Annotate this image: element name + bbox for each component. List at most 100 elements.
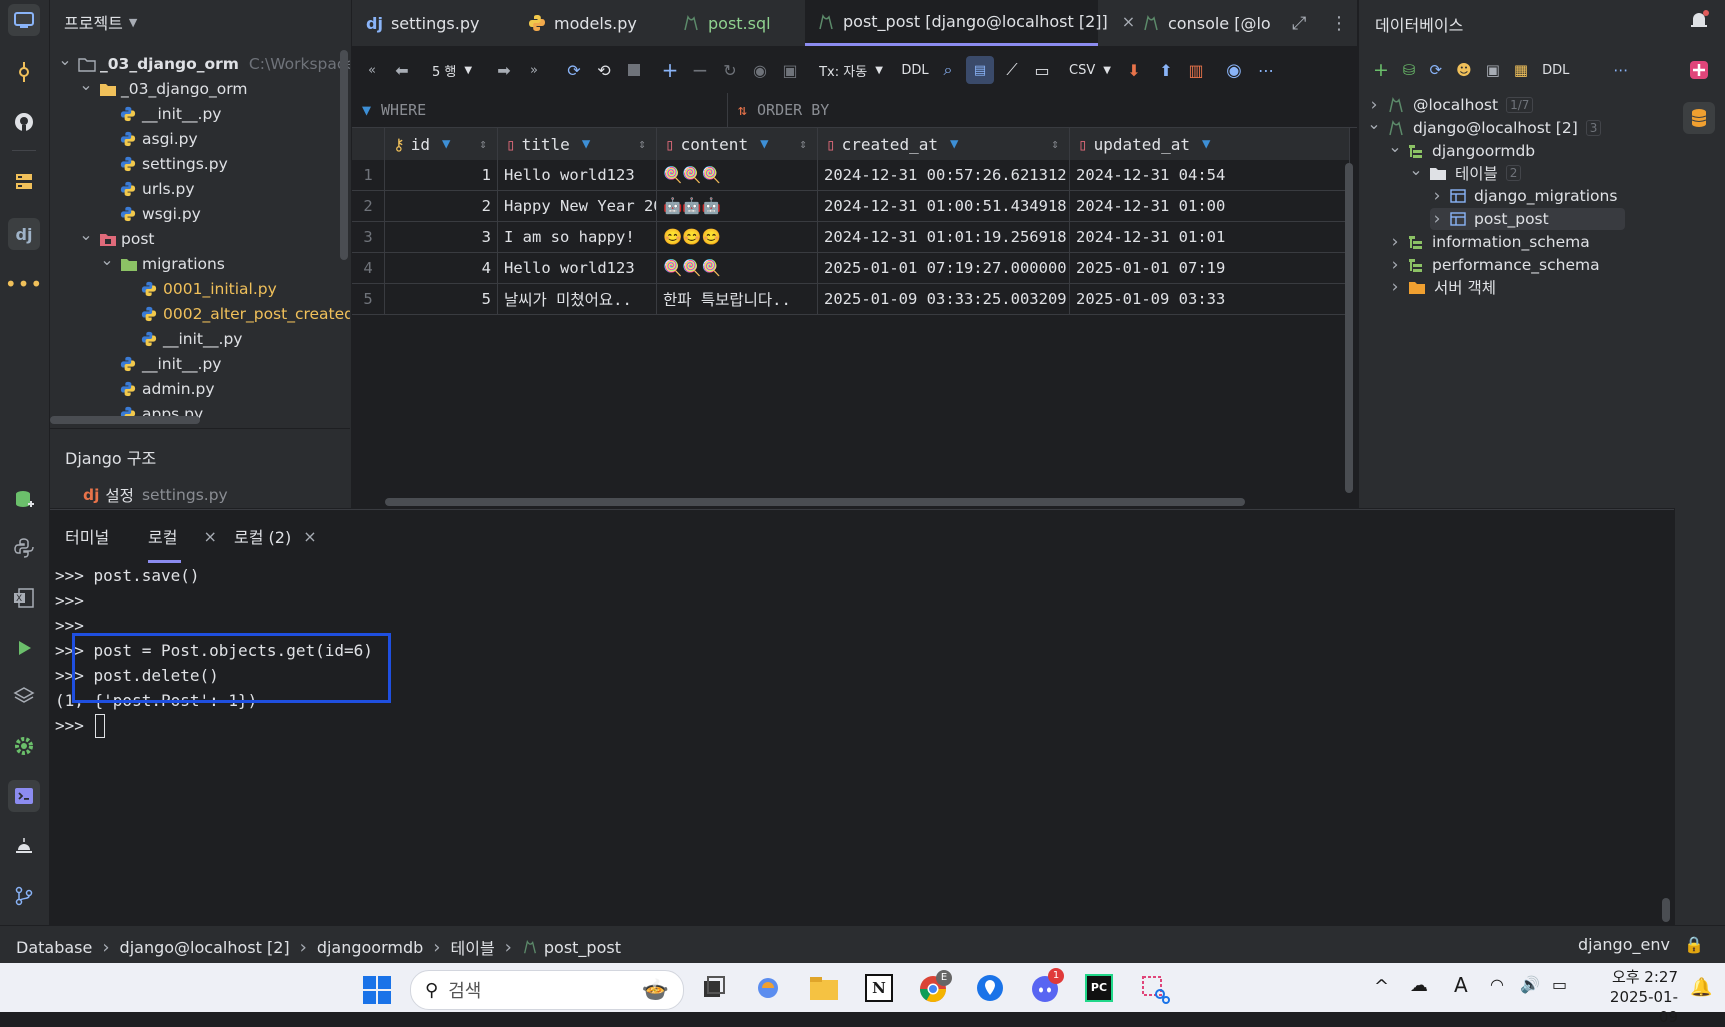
table-cell-content[interactable]: 한파 특보랍니다..: [657, 284, 818, 315]
rows-selector[interactable]: 5 행 ▼: [422, 59, 482, 81]
table-cell-updated_at[interactable]: 2025-01-01 07:19: [1070, 253, 1350, 284]
ddl-button[interactable]: DDL: [1542, 63, 1569, 78]
column-header-created_at[interactable]: ▯ created_at ▼ ⇕: [818, 128, 1070, 160]
refresh-icon[interactable]: ⟳: [1430, 61, 1443, 79]
terminal-icon[interactable]: [8, 780, 40, 812]
table-cell-content[interactable]: 😊😊😊: [657, 222, 818, 253]
column-header-id[interactable]: ⚷ id ▼ ⇕: [385, 128, 498, 160]
grid-horizontal-scrollbar[interactable]: [385, 498, 1245, 506]
database-tool-icon[interactable]: [1683, 102, 1715, 134]
table-cell-title[interactable]: Hello world123: [498, 253, 657, 284]
db-tree-item[interactable]: › django_migrations: [1430, 185, 1618, 207]
terminal-output[interactable]: >>> post.save() >>> >>> >>> post = Post.obj…: [50, 562, 1660, 922]
chevron-right-icon[interactable]: ›: [1388, 232, 1402, 252]
table-cell-content[interactable]: 🤖🤖🤖: [657, 191, 818, 222]
table-cell-content[interactable]: 🍭🍭🍭: [657, 160, 818, 191]
prev-page-icon[interactable]: ⬅: [392, 59, 412, 81]
terminal-scrollbar[interactable]: [1662, 898, 1670, 922]
revert-icon[interactable]: ↻: [720, 59, 740, 81]
chevron-down-icon[interactable]: ⌄: [100, 250, 114, 269]
chart-icon[interactable]: ⟋: [1002, 59, 1022, 81]
vertical-scrollbar[interactable]: [340, 50, 348, 260]
windows-start-icon[interactable]: [362, 975, 392, 1005]
python-env[interactable]: django_env: [1578, 935, 1670, 954]
commit-icon[interactable]: [8, 56, 40, 88]
project-tree-item[interactable]: ⌄ _03_django_orm C:\Workspaces: [58, 51, 350, 76]
task-view-icon[interactable]: [700, 974, 728, 1002]
project-tree-item[interactable]: ⌄ migrations: [100, 250, 225, 276]
chevron-down-icon[interactable]: ⌄: [1409, 160, 1423, 179]
taskbar-clock[interactable]: 오후 2:27 2025-01-09: [1592, 967, 1678, 1027]
breadcrumb-item[interactable]: Database: [16, 938, 92, 957]
column-header-content[interactable]: ▯ content ▼ ⇕: [657, 128, 818, 160]
table-cell-updated_at[interactable]: 2024-12-31 01:01: [1070, 222, 1350, 253]
db-tree-item[interactable]: ⌄ django@localhost [2] 3: [1367, 114, 1602, 139]
sort-icon[interactable]: ⇕: [479, 137, 487, 152]
sort-icon[interactable]: ⇕: [638, 137, 646, 152]
first-page-icon[interactable]: «: [362, 59, 382, 81]
where-filter[interactable]: ▼ WHERE: [362, 101, 426, 119]
filter-icon[interactable]: ▼: [442, 136, 450, 152]
project-tree-item[interactable]: __init__.py: [100, 101, 221, 126]
db-tree-item[interactable]: › information_schema: [1388, 231, 1590, 253]
breadcrumb-item[interactable]: django@localhost [2]: [120, 938, 290, 957]
table-cell-created_at[interactable]: 2024-12-31 01:00:51.434918: [818, 191, 1070, 222]
git-branch-icon[interactable]: [8, 880, 40, 912]
more-vertical-icon[interactable]: ⋮: [1330, 0, 1348, 46]
file-explorer-icon[interactable]: [808, 974, 840, 1002]
terminal-cursor[interactable]: [95, 714, 105, 738]
delete-row-icon[interactable]: −: [690, 58, 710, 82]
expand-icon[interactable]: ⤢: [1292, 0, 1306, 46]
chevron-down-icon[interactable]: ⌄: [79, 225, 93, 244]
chevron-down-icon[interactable]: ⌄: [79, 75, 93, 94]
project-tree-item[interactable]: ⌄ post: [79, 225, 154, 251]
more-tools-icon[interactable]: •••: [5, 268, 42, 300]
tab-console[interactable]: console [@lo: [1142, 0, 1271, 46]
filter-icon[interactable]: ▼: [582, 136, 590, 152]
table-cell-id[interactable]: 1: [385, 160, 498, 191]
row-number[interactable]: 2: [352, 191, 385, 222]
project-tree-item[interactable]: ⌄ _03_django_orm: [79, 75, 247, 101]
project-tree-item[interactable]: urls.py: [100, 176, 195, 201]
tab-local-2[interactable]: 로컬 (2) ×: [234, 510, 317, 562]
column-header-title[interactable]: ▯ title ▼ ⇕: [498, 128, 657, 160]
more-icon[interactable]: ⋯: [1256, 59, 1276, 81]
row-number[interactable]: 3: [352, 222, 385, 253]
tab-settings-py[interactable]: dj settings.py: [366, 0, 479, 46]
chrome-icon[interactable]: E: [918, 970, 952, 1004]
project-tree-item[interactable]: asgi.py: [100, 126, 198, 151]
next-page-icon[interactable]: ➡: [494, 59, 514, 81]
table-cell-title[interactable]: I am so happy!: [498, 222, 657, 253]
table-cell-updated_at[interactable]: 2024-12-31 01:00: [1070, 191, 1350, 222]
transpose-icon[interactable]: ▥: [1186, 59, 1206, 81]
upload-icon[interactable]: ⬆: [1156, 59, 1176, 81]
structure-icon[interactable]: [8, 166, 40, 198]
excel-icon[interactable]: X: [8, 582, 40, 614]
datasource-icon[interactable]: ⛁: [1403, 61, 1416, 79]
project-tree-item[interactable]: admin.py: [100, 376, 215, 401]
filter-icon[interactable]: ▼: [950, 136, 958, 152]
tab-post-sql[interactable]: post.sql: [682, 0, 771, 46]
ddl-button[interactable]: DDL: [898, 59, 932, 81]
table-cell-title[interactable]: Hello world123: [498, 160, 657, 191]
table-cell-id[interactable]: 2: [385, 191, 498, 222]
table-cell-id[interactable]: 5: [385, 284, 498, 315]
project-tree-item[interactable]: 0001_initial.py: [121, 276, 277, 301]
edit-table-icon[interactable]: ▦: [1514, 61, 1528, 79]
onedrive-icon[interactable]: ☁: [1410, 975, 1428, 996]
tx-mode-selector[interactable]: Tx: 자동 ▼: [814, 59, 888, 81]
row-number[interactable]: 1: [352, 160, 385, 191]
chevron-right-icon[interactable]: ›: [1367, 95, 1381, 115]
run-icon[interactable]: [8, 632, 40, 664]
horizontal-scrollbar[interactable]: [50, 416, 200, 424]
project-tree-item[interactable]: wsgi.py: [100, 201, 201, 226]
last-page-icon[interactable]: »: [524, 59, 544, 81]
chevron-up-icon[interactable]: ^: [1374, 976, 1389, 997]
db-tree-item[interactable]: › post_post: [1430, 208, 1625, 230]
sort-icon[interactable]: ⇕: [799, 137, 807, 152]
table-cell-created_at[interactable]: 2025-01-09 03:33:25.003209: [818, 284, 1070, 315]
table-cell-content[interactable]: 🍭🍭🍭: [657, 253, 818, 284]
services-icon[interactable]: [8, 830, 40, 862]
breadcrumb-item[interactable]: djangoormdb: [317, 938, 423, 957]
row-number[interactable]: 4: [352, 253, 385, 284]
